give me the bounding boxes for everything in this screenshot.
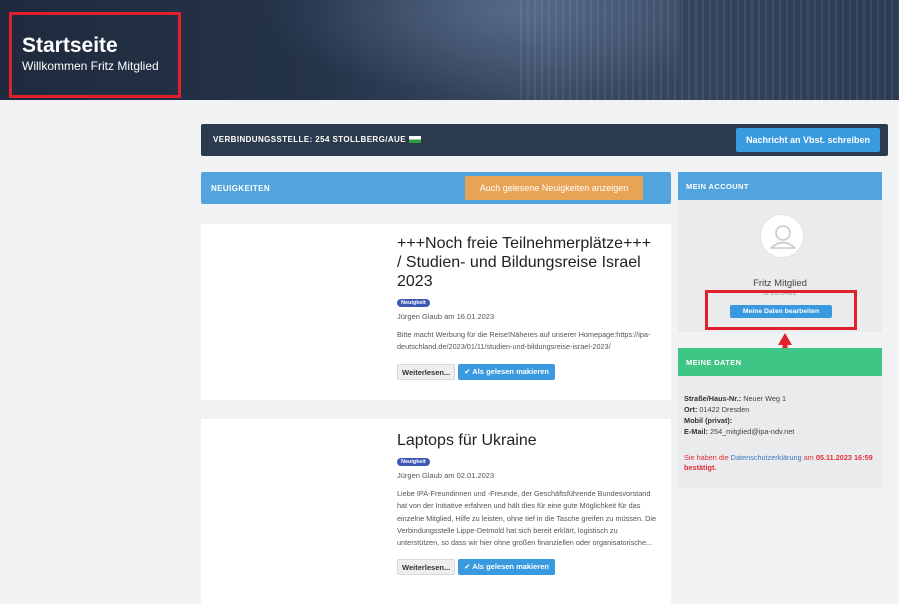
verbindungsstelle-label: VERBINDUNGSSTELLE: 254 STOLLBERG/AUE bbox=[213, 135, 421, 144]
my-data-details: Straße/Haus-Nr.: Neuer Weg 1 Ort: 01422 … bbox=[684, 393, 794, 437]
mark-read-button[interactable]: ✔ Als gelesen makieren bbox=[458, 559, 556, 576]
flag-icon bbox=[408, 136, 421, 143]
news-header: NEUIGKEITEN Auch gelesene Neuigkeiten an… bbox=[201, 172, 671, 204]
verbindungsstelle-bar: VERBINDUNGSSTELLE: 254 STOLLBERG/AUE Nac… bbox=[201, 124, 888, 156]
account-header-label: MEIN ACCOUNT bbox=[686, 182, 749, 191]
mobile-row: Mobil (privat): bbox=[684, 416, 733, 425]
page-title: Startseite bbox=[22, 34, 118, 57]
welcome-text: Willkommen Fritz Mitglied bbox=[22, 59, 159, 73]
news-meta: Jürgen Glaub am 16.01.2023 bbox=[397, 312, 495, 321]
news-title[interactable]: +++Noch freie Teilnehmerplätze+++ / Stud… bbox=[397, 234, 657, 291]
city-row: Ort: 01422 Dresden bbox=[684, 405, 750, 414]
avatar-icon bbox=[760, 214, 804, 258]
privacy-policy-link[interactable]: Datenschutzerklärung bbox=[731, 453, 802, 462]
news-tag-badge: Neuigkeit bbox=[397, 299, 430, 307]
header-banner: Startseite Willkommen Fritz Mitglied bbox=[0, 0, 899, 100]
read-more-button[interactable]: Weiterlesen... bbox=[397, 559, 456, 576]
my-data-panel: MEINE DATEN Straße/Haus-Nr.: Neuer Weg 1… bbox=[678, 348, 882, 488]
read-more-button[interactable]: Weiterlesen... bbox=[397, 363, 456, 380]
news-title[interactable]: Laptops für Ukraine bbox=[397, 431, 657, 450]
my-data-header: MEINE DATEN bbox=[678, 348, 882, 376]
news-excerpt: Liebe IPA-Freundinnen und -Freunde, der … bbox=[397, 489, 657, 548]
news-card: Laptops für Ukraine Neuigkeit Jürgen Gla… bbox=[201, 419, 671, 604]
banner-pattern bbox=[520, 0, 899, 100]
news-excerpt: Bitte macht Werbung für die Reise!Nähere… bbox=[397, 330, 651, 352]
account-name: Fritz Mitglied bbox=[753, 278, 807, 289]
account-header: MEIN ACCOUNT bbox=[678, 172, 882, 200]
message-vbst-button[interactable]: Nachricht an Vbst. schreiben bbox=[736, 128, 880, 152]
edit-highlight-box: Meine Daten bearbeiten bbox=[705, 290, 857, 330]
news-header-label: NEUIGKEITEN bbox=[211, 184, 271, 193]
title-highlight-box: Startseite Willkommen Fritz Mitglied bbox=[9, 12, 181, 98]
news-card: +++Noch freie Teilnehmerplätze+++ / Stud… bbox=[201, 224, 671, 400]
news-meta: Jürgen Glaub am 02.01.2023 bbox=[397, 471, 495, 480]
street-row: Straße/Haus-Nr.: Neuer Weg 1 bbox=[684, 394, 787, 403]
news-tag-badge: Neuigkeit bbox=[397, 458, 430, 466]
email-row: E-Mail: 254_mitglied@ipa-ndv.net bbox=[684, 427, 795, 436]
my-data-header-label: MEINE DATEN bbox=[686, 358, 742, 367]
show-read-news-button[interactable]: Auch gelesene Neuigkeiten anzeigen bbox=[465, 176, 643, 200]
mark-read-button[interactable]: ✔ Als gelesen makieren bbox=[458, 363, 556, 380]
edit-my-data-button[interactable]: Meine Daten bearbeiten bbox=[730, 305, 832, 318]
privacy-confirmation: Sie haben die Datenschutzerklärung am 05… bbox=[684, 453, 873, 472]
